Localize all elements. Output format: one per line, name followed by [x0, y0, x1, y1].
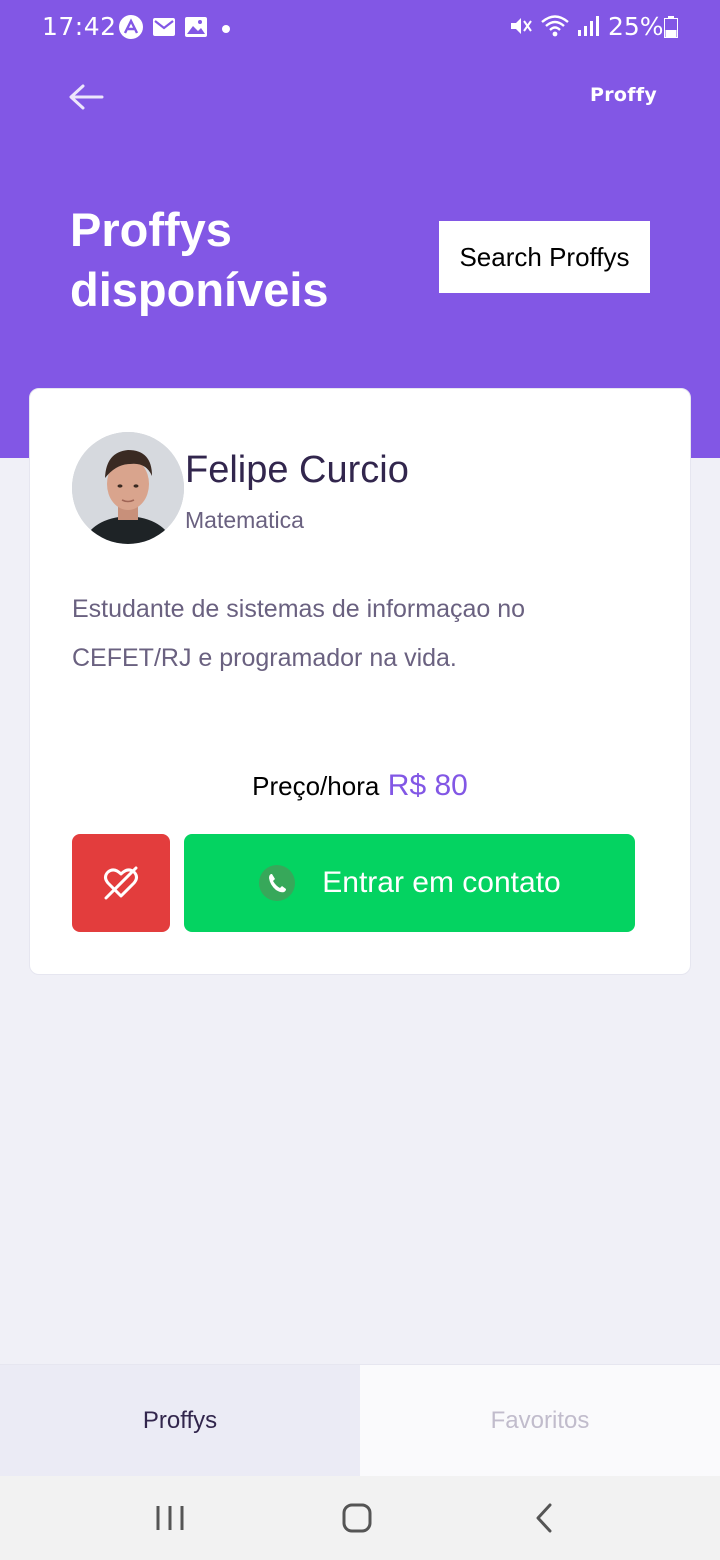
notification-icons	[118, 14, 236, 40]
contact-button[interactable]: Entrar em contato	[184, 834, 635, 932]
back-arrow-icon[interactable]	[66, 80, 106, 114]
tab-proffys[interactable]: Proffys	[0, 1365, 360, 1477]
image-icon	[185, 17, 207, 37]
mute-icon	[511, 18, 532, 34]
wifi-icon	[541, 15, 569, 37]
tab-favoritos[interactable]: Favoritos	[360, 1365, 720, 1477]
status-time: 17:42	[42, 12, 117, 41]
avatar-photo	[72, 432, 184, 544]
dot-icon	[222, 25, 230, 33]
page-title: Proffys disponíveis	[70, 203, 329, 316]
status-bar: 17:42 25%	[0, 0, 720, 56]
brand-logo: Proffy	[590, 84, 658, 106]
back-nav-icon[interactable]	[525, 1498, 565, 1538]
recent-apps-icon[interactable]	[150, 1498, 190, 1538]
app-notification-icon	[119, 15, 143, 39]
teacher-bio: Estudante de sistemas de informaçao no C…	[72, 595, 526, 672]
teacher-name: Felipe Curcio	[185, 449, 409, 491]
system-nav-bar	[0, 1476, 720, 1560]
contact-button-label: Entrar em contato	[322, 866, 561, 899]
system-icons	[508, 14, 602, 38]
price-row: Preço/hora R$ 80	[30, 769, 690, 803]
heart-off-icon	[104, 866, 138, 900]
mail-icon	[153, 18, 175, 36]
price-label: Preço/hora	[252, 771, 380, 801]
price-value: R$ 80	[387, 769, 468, 802]
battery-percentage: 25%	[608, 12, 664, 41]
search-button[interactable]: Search Proffys	[439, 221, 650, 293]
battery-icon	[664, 16, 678, 38]
unfavorite-button[interactable]	[72, 834, 170, 932]
avatar	[72, 432, 184, 544]
teacher-card: Felipe Curcio Matematica Estudante de si…	[29, 388, 691, 975]
whatsapp-icon	[259, 865, 296, 901]
teacher-subject: Matematica	[185, 507, 304, 533]
tab-bar: Proffys Favoritos	[0, 1364, 720, 1477]
signal-icon	[578, 16, 599, 36]
home-icon[interactable]	[337, 1498, 377, 1538]
